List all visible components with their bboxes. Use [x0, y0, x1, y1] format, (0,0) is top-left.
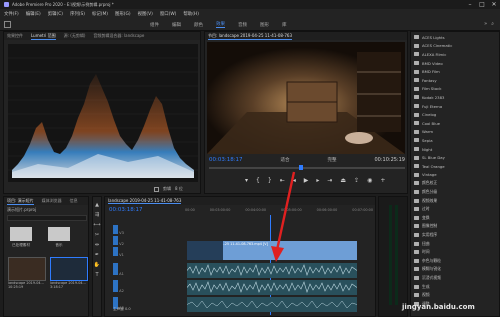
- annotation-arrow: [271, 171, 296, 262]
- watermark-text: jingyan.baidu.com: [402, 303, 475, 311]
